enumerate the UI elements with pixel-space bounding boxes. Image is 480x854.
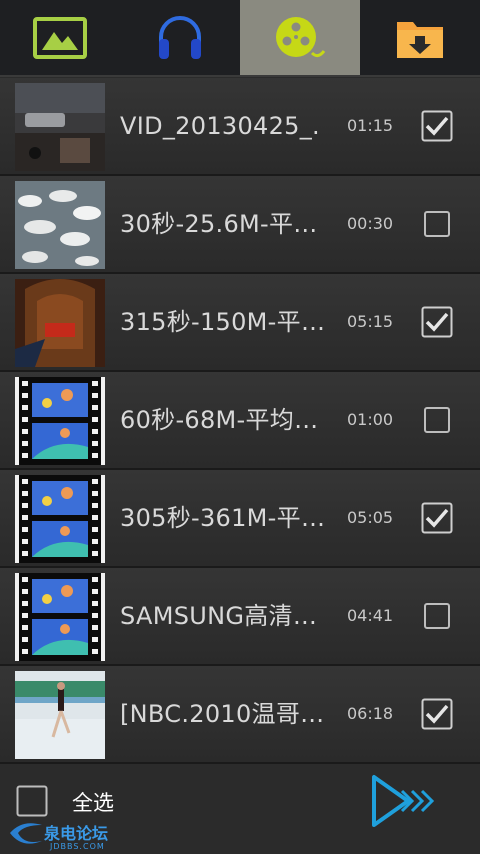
video-list: VID_20130425_. 01:15 30秒-25.6M-平… 00:30 [0,78,480,764]
svg-text:泉电论坛: 泉电论坛 [44,824,108,843]
video-title: 305秒-361M-平… [120,504,326,532]
tab-images[interactable] [0,0,120,75]
video-duration: 04:41 [347,606,394,625]
list-item[interactable]: 315秒-150M-平… 05:15 [0,274,480,372]
video-title: 30秒-25.6M-平… [120,210,318,238]
select-all-label[interactable]: 全选 [72,787,114,817]
list-item[interactable]: 60秒-68M-平均… 01:00 [0,372,480,470]
select-all-checkbox[interactable] [16,785,48,817]
video-duration: 00:30 [347,214,394,233]
video-thumbnail [15,181,105,269]
checkbox-unchecked-icon[interactable] [421,404,453,436]
video-thumbnail [15,83,105,171]
checkbox-checked-icon[interactable] [421,502,453,534]
video-title: 315秒-150M-平… [120,308,326,336]
list-item[interactable]: 305秒-361M-平… 05:05 [0,470,480,568]
video-duration: 06:18 [347,704,394,723]
video-title: 60秒-68M-平均… [120,406,319,434]
video-title: VID_20130425_. [120,112,320,140]
video-thumbnail [15,475,105,563]
folder-download-icon [397,21,443,58]
checkbox-unchecked-icon[interactable] [421,208,453,240]
headphones-icon [159,15,201,59]
play-forward-button[interactable] [368,773,440,829]
video-thumbnail [15,377,105,465]
checkbox-checked-icon[interactable] [421,306,453,338]
image-icon [33,16,87,59]
media-type-tabs [0,0,480,77]
tab-files[interactable] [360,0,480,75]
tab-videos[interactable] [240,0,360,75]
video-title: SAMSUNG高清… [120,602,318,630]
video-thumbnail [15,279,105,367]
video-thumbnail [15,573,105,661]
checkbox-unchecked-icon[interactable] [421,600,453,632]
svg-text:JDBBS.COM: JDBBS.COM [49,842,105,851]
film-reel-icon [276,16,326,57]
checkbox-checked-icon[interactable] [421,698,453,730]
list-item[interactable]: 30秒-25.6M-平… 00:30 [0,176,480,274]
forum-watermark-logo: 泉电论坛 JDBBS.COM [10,823,108,851]
list-item[interactable]: SAMSUNG高清… 04:41 [0,568,480,666]
list-item[interactable]: VID_20130425_. 01:15 [0,78,480,176]
checkbox-checked-icon[interactable] [421,110,453,142]
list-item[interactable]: [NBC.2010温哥… 06:18 [0,666,480,764]
video-thumbnail [15,671,105,759]
video-duration: 05:15 [347,312,394,331]
video-title: [NBC.2010温哥… [120,700,325,728]
tab-music[interactable] [120,0,240,75]
bottom-toolbar: 全选 泉电论坛 JDBBS.COM [0,765,480,854]
video-duration: 01:00 [347,410,394,429]
video-duration: 05:05 [347,508,394,527]
video-duration: 01:15 [347,116,394,135]
